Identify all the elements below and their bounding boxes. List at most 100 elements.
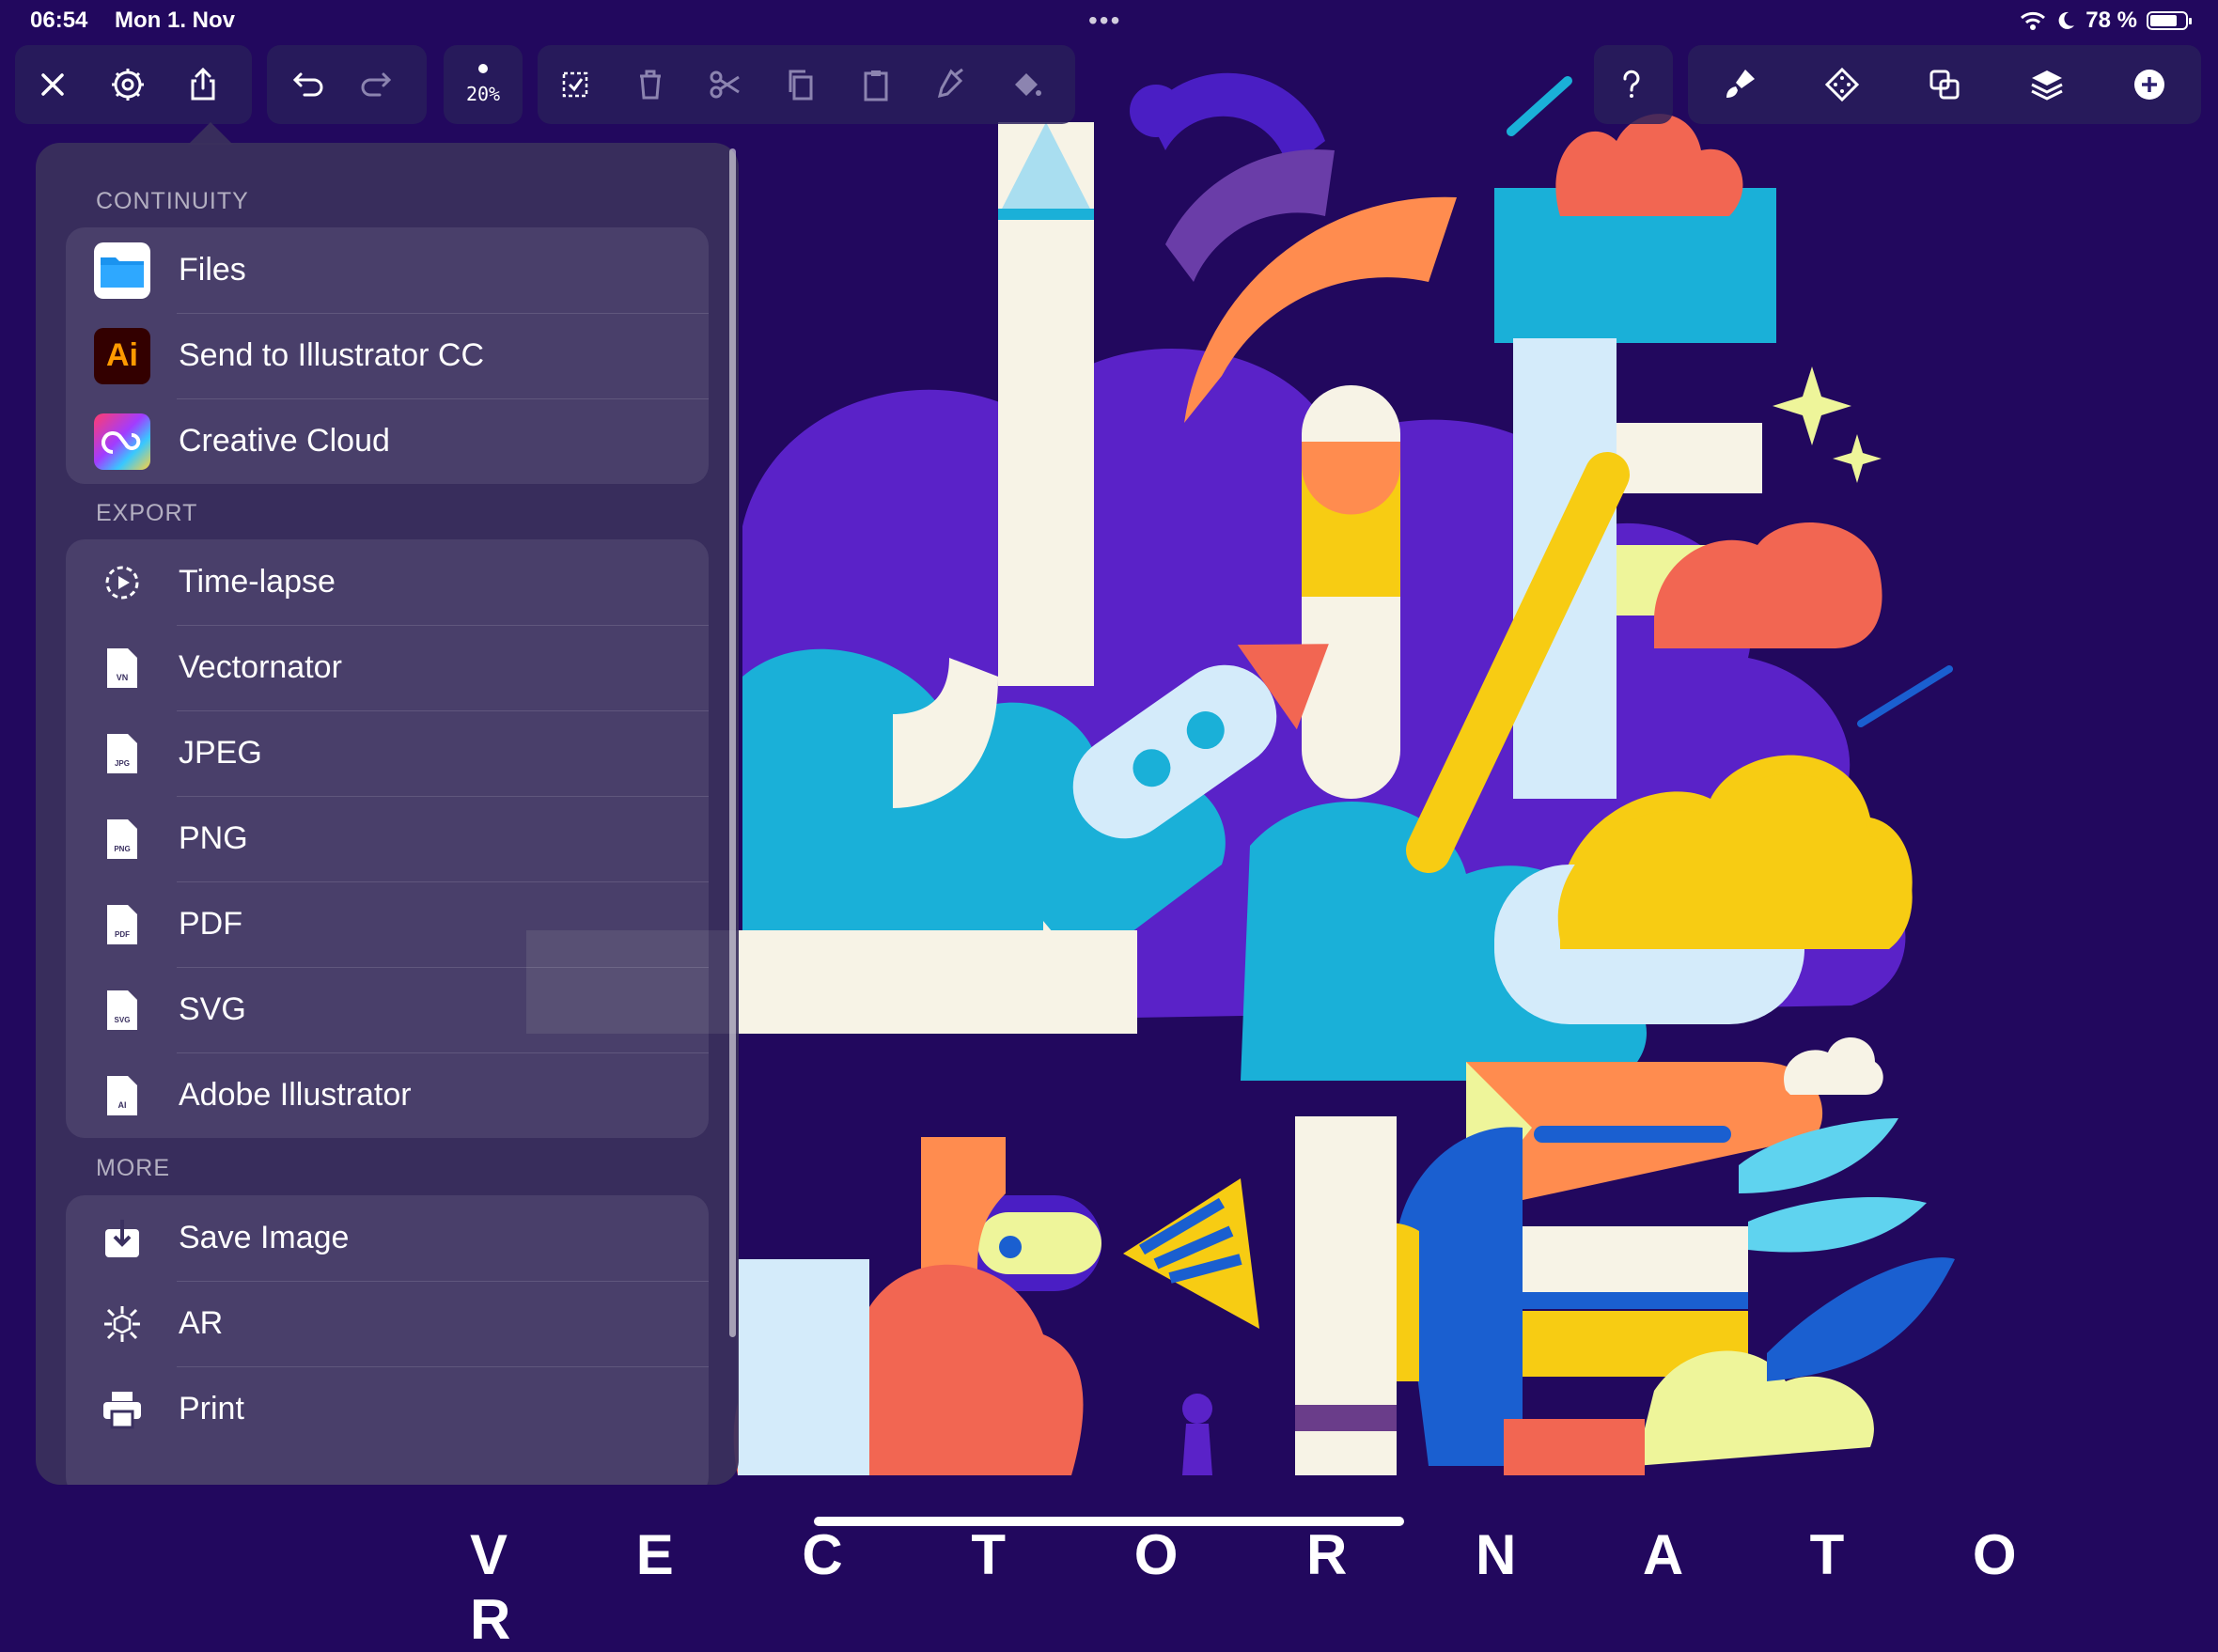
menu-item-label: PNG	[179, 820, 248, 856]
section-title-continuity: CONTINUITY	[96, 188, 249, 214]
status-bar: 06:54 Mon 1. Nov ••• 78 %	[0, 0, 2218, 45]
export-group: Time-lapse VN Vectornator JPG JPEG PNG P…	[66, 539, 709, 1138]
status-time: 06:54	[30, 8, 88, 33]
toolbar-inspector-group	[1688, 45, 2201, 124]
menu-item-label: Creative Cloud	[179, 423, 390, 459]
layers-button[interactable]	[2009, 45, 2085, 124]
file-pdf-icon: PDF	[94, 896, 150, 953]
battery-fill	[2150, 15, 2177, 26]
file-tag-text: PDF	[115, 930, 130, 939]
layers-icon	[2031, 70, 2063, 101]
menu-item-label: Adobe Illustrator	[179, 1077, 412, 1113]
menu-item-adobe-illustrator[interactable]: AI Adobe Illustrator	[66, 1052, 709, 1138]
file-tag-text: VN	[117, 673, 129, 682]
menu-item-label: Vectornator	[179, 649, 342, 685]
file-tag-text: PNG	[114, 845, 130, 853]
menu-item-save-image[interactable]: Save Image	[66, 1195, 709, 1281]
menu-item-creative-cloud[interactable]: Creative Cloud	[66, 398, 709, 484]
files-folder-icon	[94, 242, 150, 299]
add-button[interactable]	[2112, 45, 2187, 124]
boolean-button[interactable]	[1907, 45, 1982, 124]
redo-icon	[361, 72, 392, 97]
moon-icon	[2058, 11, 2075, 29]
help-button[interactable]	[1594, 45, 1669, 124]
zoom-indicator: 20%	[444, 45, 523, 124]
toolbar-help-group	[1594, 45, 1673, 124]
status-right: 78 %	[2020, 8, 2192, 34]
menu-item-png[interactable]: PNG PNG	[66, 796, 709, 881]
menu-item-print[interactable]: Print	[66, 1366, 709, 1452]
share-popover: CONTINUITY Files Ai Send to Illustrator …	[36, 143, 739, 1485]
undo-icon	[292, 72, 323, 97]
popover-pointer	[188, 122, 233, 145]
gear-icon	[112, 69, 144, 101]
section-title-export: EXPORT	[96, 500, 198, 526]
toolbar-edit-group	[538, 45, 1075, 124]
menu-item-svg[interactable]: SVG SVG	[66, 967, 709, 1052]
shapes-overlap-icon	[1929, 70, 1960, 100]
home-indicator[interactable]	[814, 1517, 1404, 1526]
menu-item-pdf[interactable]: PDF PDF	[66, 881, 709, 967]
menu-item-files[interactable]: Files	[66, 227, 709, 313]
more-group: Save Image AR Print	[66, 1195, 709, 1485]
file-tag-text: AI	[118, 1100, 127, 1110]
close-button[interactable]	[15, 45, 90, 124]
illustrator-icon: Ai	[94, 327, 150, 384]
copy-button[interactable]	[763, 45, 838, 124]
share-button[interactable]	[165, 45, 241, 124]
delete-button[interactable]	[613, 45, 688, 124]
menu-item-label: SVG	[179, 991, 246, 1027]
menu-item-label: PDF	[179, 906, 242, 942]
file-png-icon: PNG	[94, 811, 150, 867]
file-svg-icon: SVG	[94, 982, 150, 1038]
menu-item-label: Send to Illustrator CC	[179, 337, 485, 373]
menu-item-timelapse[interactable]: Time-lapse	[66, 539, 709, 625]
cut-button[interactable]	[688, 45, 763, 124]
settings-button[interactable]	[90, 45, 165, 124]
copy-icon	[789, 70, 813, 101]
continuity-group: Files Ai Send to Illustrator CC Creative…	[66, 227, 709, 484]
ar-icon	[94, 1296, 150, 1352]
menu-item-send-to-illustrator[interactable]: Ai Send to Illustrator CC	[66, 313, 709, 398]
section-title-more: MORE	[96, 1155, 170, 1181]
undo-button[interactable]	[267, 45, 342, 124]
checkbox-icon	[562, 71, 588, 98]
menu-item-label: JPEG	[179, 735, 262, 771]
menu-item-jpeg[interactable]: JPG JPEG	[66, 710, 709, 796]
menu-item-label: Save Image	[179, 1220, 350, 1255]
menu-item-vectornator[interactable]: VN Vectornator	[66, 625, 709, 710]
menu-item-label: Files	[179, 252, 246, 288]
file-vn-icon: VN	[94, 640, 150, 696]
style-inspector-button[interactable]	[1702, 45, 1777, 124]
paste-icon	[864, 70, 888, 101]
arrange-button[interactable]	[1804, 45, 1880, 124]
toolbar-history-group	[267, 45, 427, 124]
scissors-icon	[710, 70, 740, 99]
popover-scrollbar[interactable]	[729, 148, 736, 1337]
creative-cloud-icon	[94, 413, 150, 470]
file-tag-text: JPG	[115, 759, 130, 768]
status-date: Mon 1. Nov	[115, 8, 236, 33]
menu-item-label: AR	[179, 1305, 224, 1341]
fill-button[interactable]	[989, 45, 1064, 124]
battery-percent: 78 %	[2085, 8, 2137, 33]
menu-item-ar[interactable]: AR	[66, 1281, 709, 1366]
zoom-control[interactable]: 20%	[444, 45, 523, 124]
print-icon	[94, 1381, 150, 1438]
close-icon	[41, 73, 64, 96]
multitasking-dots[interactable]: •••	[1088, 6, 1121, 36]
battery-icon	[2147, 11, 2192, 30]
plus-circle-icon	[2134, 70, 2165, 100]
zoom-level: 20%	[465, 83, 501, 105]
question-icon	[1623, 70, 1640, 98]
paste-style-button[interactable]	[914, 45, 989, 124]
file-tag-text: SVG	[115, 1016, 131, 1024]
redo-button[interactable]	[342, 45, 417, 124]
paste-button[interactable]	[838, 45, 914, 124]
file-ai-icon: AI	[94, 1068, 150, 1124]
wifi-icon	[2021, 11, 2046, 30]
menu-item-label: Print	[179, 1391, 244, 1426]
paint-bucket-icon	[1015, 73, 1041, 96]
timelapse-icon	[94, 554, 150, 611]
select-button[interactable]	[538, 45, 613, 124]
